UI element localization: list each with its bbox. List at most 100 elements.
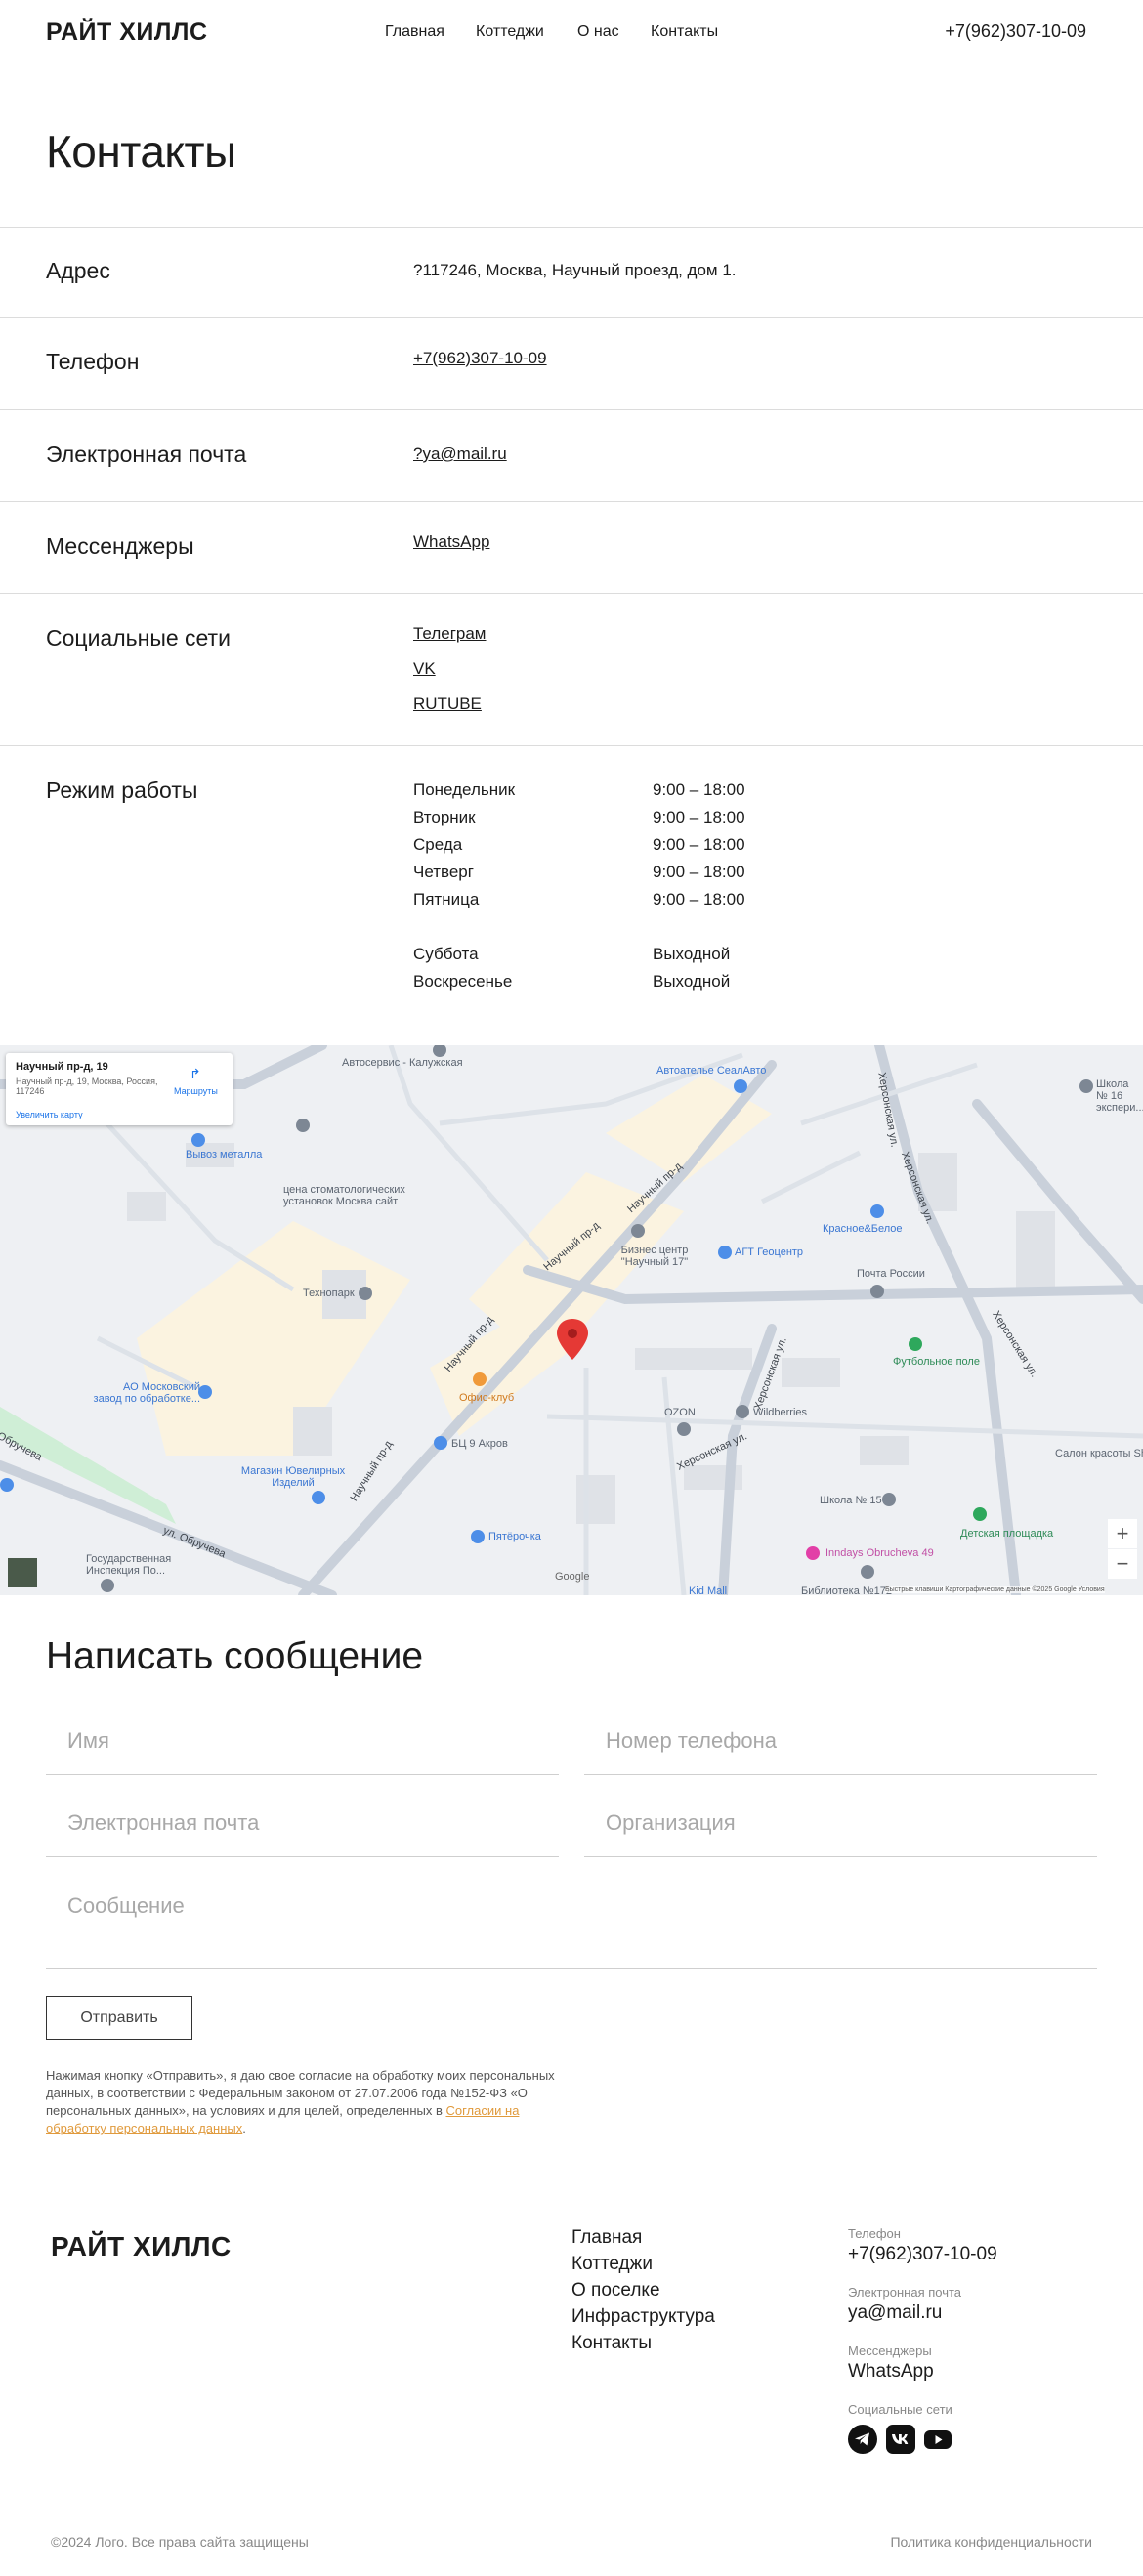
divider: [0, 501, 1143, 502]
map-label: Вывоз металла: [186, 1149, 263, 1161]
footer-nav-home[interactable]: Главная: [572, 2227, 642, 2249]
footer-nav-village[interactable]: О поселке: [572, 2280, 660, 2302]
nav-about[interactable]: О нас: [577, 23, 619, 41]
map-label: Технопарк: [303, 1288, 355, 1299]
hours-time: 9:00 – 18:00: [653, 835, 745, 854]
phone-label: Телефон: [46, 349, 140, 374]
address-value: ?117246, Москва, Научный проезд, дом 1.: [413, 261, 737, 279]
consent-end: .: [242, 2121, 246, 2135]
map-label: Пятёрочка: [488, 1531, 541, 1542]
footer-nav-cottages[interactable]: Коттеджи: [572, 2254, 653, 2275]
map-label: Автосервис - Калужская: [342, 1057, 463, 1069]
map-canvas: [0, 1045, 1143, 1595]
divider: [0, 409, 1143, 410]
header-phone[interactable]: +7(962)307-10-09: [945, 21, 1086, 42]
vk-icon[interactable]: [886, 2425, 915, 2454]
email-field: [46, 1798, 559, 1857]
hours-day: Понедельник: [413, 781, 516, 799]
telegram-icon[interactable]: [848, 2425, 877, 2454]
rutube-link[interactable]: RUTUBE: [413, 695, 482, 714]
hours-time: Выходной: [653, 972, 731, 991]
footer-email[interactable]: ya@mail.ru: [848, 2302, 942, 2324]
message-input[interactable]: [67, 1893, 909, 1952]
nav-cottages[interactable]: Коттеджи: [476, 23, 544, 41]
map-enlarge-link[interactable]: Увеличить карту: [16, 1110, 83, 1119]
name-field: [46, 1716, 559, 1775]
map-label: Библиотека №172: [801, 1585, 893, 1595]
map-info-card: Научный пр-д, 19 Научный пр-д, 19, Москв…: [6, 1053, 233, 1125]
map-label: Детская площадка: [960, 1528, 1054, 1540]
footer-logo[interactable]: РАЙТ ХИЛЛС: [51, 2231, 232, 2262]
hours-day: Среда: [413, 835, 463, 854]
map-card-title: Научный пр-д, 19: [16, 1061, 108, 1073]
map-label: АО Московский завод по обработке...: [93, 1381, 200, 1405]
nav-contacts[interactable]: Контакты: [651, 23, 718, 41]
organization-input[interactable]: [606, 1810, 1016, 1836]
map-label: Автоателье СеалАвто: [656, 1065, 767, 1077]
map-label: Государственная Инспекция По...: [86, 1553, 172, 1577]
submit-button[interactable]: Отправить: [46, 1996, 192, 2040]
divider: [0, 227, 1143, 228]
hours-day: Суббота: [413, 945, 479, 963]
hours-day: Воскресенье: [413, 972, 513, 991]
privacy-policy-link[interactable]: Политика конфиденциальности: [890, 2534, 1092, 2550]
social-label: Социальные сети: [46, 625, 231, 651]
hours-time: 9:00 – 18:00: [653, 890, 745, 908]
phone-link[interactable]: +7(962)307-10-09: [413, 349, 547, 368]
map-label: Офис-клуб: [459, 1392, 515, 1404]
vk-link[interactable]: VK: [413, 659, 436, 679]
map-label: Kid Mall: [689, 1585, 728, 1595]
copyright: ©2024 Лого. Все права сайта защищены: [51, 2534, 309, 2550]
hours-day: Пятница: [413, 890, 480, 908]
telegram-link[interactable]: Телеграм: [413, 624, 487, 644]
footer-phone[interactable]: +7(962)307-10-09: [848, 2244, 997, 2265]
organization-field: [584, 1798, 1097, 1857]
footer-email-caption: Электронная почта: [848, 2285, 962, 2300]
footer-nav-infrastructure[interactable]: Инфраструктура: [572, 2306, 715, 2328]
footer-whatsapp[interactable]: WhatsApp: [848, 2361, 934, 2383]
email-link[interactable]: ?ya@mail.ru: [413, 444, 507, 464]
divider: [0, 317, 1143, 318]
consent-text: Нажимая кнопку «Отправить», я даю свое с…: [46, 2067, 573, 2137]
nav-home[interactable]: Главная: [385, 23, 444, 41]
map-card-address: Научный пр-д, 19, Москва, Россия, 117246: [16, 1077, 158, 1096]
phone-input[interactable]: [606, 1728, 1016, 1753]
email-input[interactable]: [67, 1810, 478, 1836]
directions-icon[interactable]: ↱: [190, 1067, 205, 1080]
whatsapp-link[interactable]: WhatsApp: [413, 532, 489, 552]
map-label: Inndays Obrucheva 49: [826, 1547, 934, 1559]
map-label: Бизнес центр "Научный 17": [620, 1245, 689, 1268]
hours-day: Четверг: [413, 863, 474, 881]
footer-messengers-caption: Мессенджеры: [848, 2344, 932, 2358]
map-label: Красное&Белое: [823, 1223, 903, 1235]
site-logo[interactable]: РАЙТ ХИЛЛС: [46, 19, 208, 47]
map-label: Почта России: [857, 1268, 925, 1280]
map-label: Школа № 15: [820, 1495, 882, 1506]
address-label: Адрес: [46, 258, 110, 283]
email-label: Электронная почта: [46, 442, 247, 467]
name-input[interactable]: [67, 1728, 478, 1753]
site-header: РАЙТ ХИЛЛС Главная Коттеджи О нас Контак…: [0, 0, 1143, 64]
footer-nav-contacts[interactable]: Контакты: [572, 2333, 652, 2354]
zoom-in-button[interactable]: +: [1108, 1519, 1137, 1548]
youtube-icon[interactable]: [923, 2425, 952, 2454]
hours-time: Выходной: [653, 945, 731, 963]
page-title: Контакты: [46, 126, 236, 177]
phone-field: [584, 1716, 1097, 1775]
footer-social-caption: Социальные сети: [848, 2402, 952, 2417]
map-label: Школа № 16 экспери...: [1096, 1078, 1143, 1114]
map-attribution[interactable]: Быстрые клавиши Картографические данные …: [885, 1586, 1105, 1593]
map-label: БЦ 9 Акров: [451, 1438, 508, 1450]
divider: [0, 593, 1143, 594]
hours-day: Вторник: [413, 808, 476, 826]
divider: [0, 745, 1143, 746]
map-label: OZON: [664, 1407, 696, 1418]
map-routes-link[interactable]: Маршруты: [174, 1086, 218, 1096]
embedded-map[interactable]: Автосервис - Калужская Автоателье СеалАв…: [0, 1045, 1143, 1595]
map-label: Салон красоты Sh: [1055, 1448, 1143, 1459]
messengers-label: Мессенджеры: [46, 533, 194, 559]
map-label: Магазин Ювелирных Изделий: [240, 1465, 346, 1489]
zoom-out-button[interactable]: −: [1108, 1549, 1137, 1579]
form-title: Написать сообщение: [46, 1635, 424, 1677]
hours-time: 9:00 – 18:00: [653, 863, 745, 881]
